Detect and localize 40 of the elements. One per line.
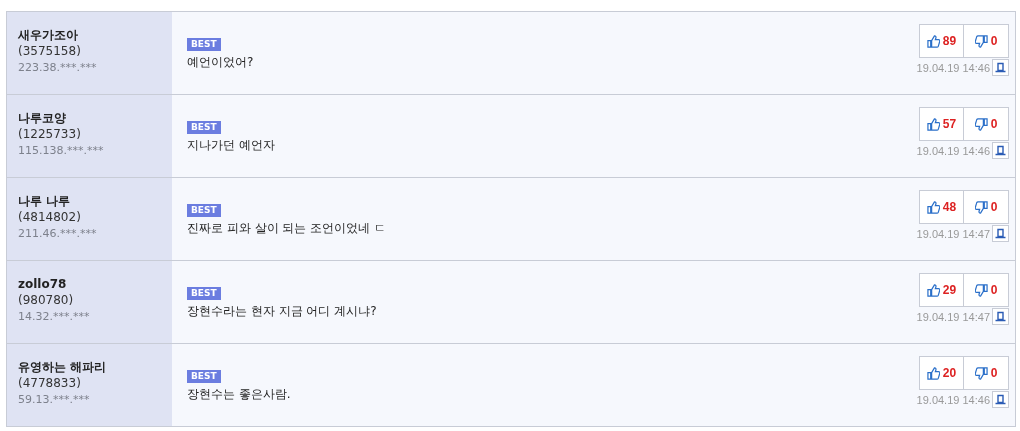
- comment-text: 장현수라는 현자 지금 어디 계시냐?: [187, 303, 377, 320]
- comment-time: 19.04.19 14:47: [916, 227, 990, 240]
- comment-text: 진짜로 피와 살이 되는 조언이었네 ㄷ: [187, 220, 387, 237]
- ip-address: 211.46.***.***: [18, 226, 97, 242]
- nickname[interactable]: zollo78: [18, 276, 67, 292]
- nickname[interactable]: 유영하는 해파리: [18, 359, 107, 375]
- comment-time: 19.04.19 14:46: [916, 144, 990, 157]
- comment-time: 19.04.19 14:47: [916, 310, 990, 323]
- like-button[interactable]: 20: [919, 356, 964, 390]
- nickname[interactable]: 나루 나루: [18, 193, 71, 209]
- best-badge: BEST: [187, 121, 221, 134]
- comment-time: 19.04.19 14:46: [916, 393, 990, 406]
- dislike-button[interactable]: 0: [964, 107, 1009, 141]
- comment-time: 19.04.19 14:46: [916, 61, 990, 74]
- like-button[interactable]: 89: [919, 24, 964, 58]
- member-id: (4814802): [18, 209, 81, 226]
- ip-address: 59.13.***.***: [18, 392, 90, 408]
- best-badge: BEST: [187, 38, 221, 51]
- comment-text: 지나가던 예언자: [187, 137, 275, 154]
- dislike-button[interactable]: 0: [964, 273, 1009, 307]
- ip-address: 115.138.***.***: [18, 143, 104, 159]
- nickname[interactable]: 새우가조아: [18, 27, 78, 43]
- comment-text: 장현수는 좋은사람.: [187, 386, 291, 403]
- member-id: (3575158): [18, 43, 81, 60]
- best-badge: BEST: [187, 287, 221, 300]
- best-badge: BEST: [187, 370, 221, 383]
- ip-address: 223.38.***.***: [18, 60, 97, 76]
- ip-address: 14.32.***.***: [18, 309, 90, 325]
- comment-text: 예언이었어?: [187, 54, 254, 71]
- member-id: (1225733): [18, 126, 81, 143]
- like-button[interactable]: 48: [919, 190, 964, 224]
- member-id: (980780): [18, 292, 74, 309]
- member-id: (4778833): [18, 375, 81, 392]
- like-button[interactable]: 57: [919, 107, 964, 141]
- nickname[interactable]: 나루코양: [18, 110, 66, 126]
- dislike-button[interactable]: 0: [964, 356, 1009, 390]
- like-button[interactable]: 29: [919, 273, 964, 307]
- best-badge: BEST: [187, 204, 221, 217]
- dislike-button[interactable]: 0: [964, 24, 1009, 58]
- dislike-button[interactable]: 0: [964, 190, 1009, 224]
